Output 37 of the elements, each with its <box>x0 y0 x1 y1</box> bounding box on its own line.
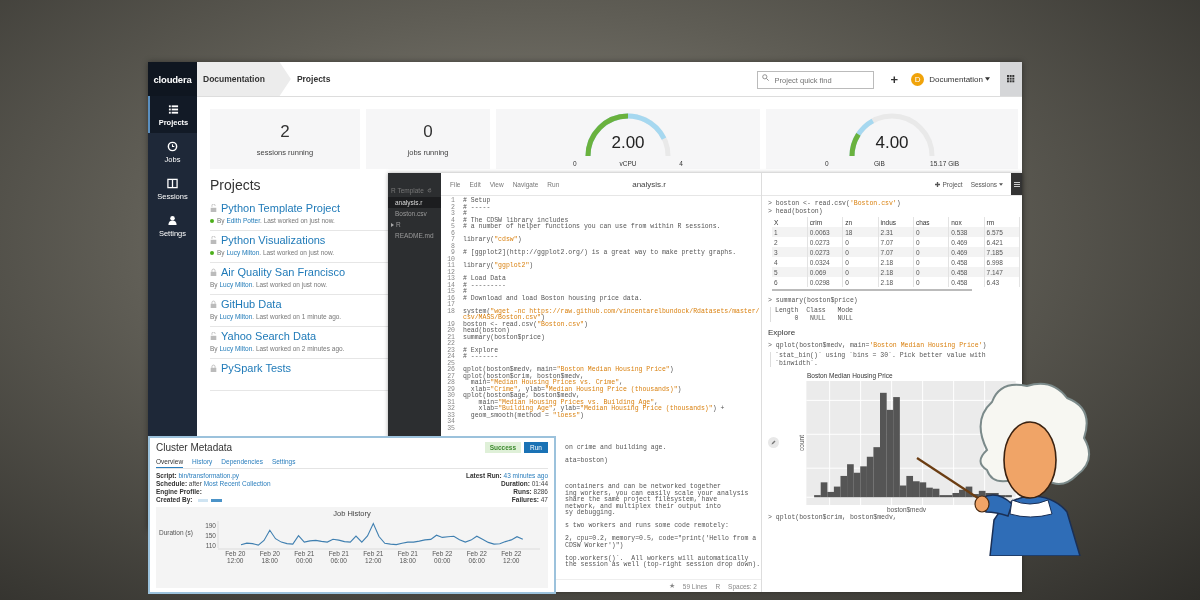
file-title: analysis.r <box>632 179 666 189</box>
menu-icon <box>1013 181 1020 187</box>
clock-icon <box>167 141 178 152</box>
stat-value: 2 <box>280 121 290 142</box>
apps-grid-button[interactable] <box>1000 62 1022 96</box>
project-link[interactable]: Yahoo Search Data <box>221 330 317 342</box>
section-heading: Explore <box>768 328 797 337</box>
person-icon <box>167 215 178 226</box>
refresh-icon <box>426 188 432 193</box>
plus-icon <box>935 181 941 187</box>
project-link[interactable]: Python Template Project <box>221 202 341 214</box>
grid-icon <box>1007 75 1015 83</box>
project-link[interactable]: Air Quality San Francisco <box>221 266 346 278</box>
edit-button[interactable] <box>768 437 779 448</box>
columns-icon <box>167 178 178 189</box>
cloudera-logo: cloudera <box>148 62 197 96</box>
gauge-value: 4.00 <box>874 133 910 153</box>
add-button[interactable]: + <box>887 71 902 87</box>
search-icon <box>761 73 769 81</box>
breadcrumb-current: Projects <box>296 74 331 84</box>
caret-icon <box>999 182 1003 186</box>
list-icon <box>168 104 179 115</box>
user-menu[interactable]: D Documentation <box>911 72 990 86</box>
user-avatar: D <box>911 72 925 86</box>
project-link[interactable]: PySpark Tests <box>221 362 292 374</box>
project-link[interactable]: GitHub Data <box>221 298 282 310</box>
section-title: Projects <box>210 177 261 193</box>
avatar-chip <box>211 498 223 502</box>
breadcrumb-link[interactable]: Documentation <box>197 62 291 96</box>
card-title: Cluster Metadata <box>156 442 233 453</box>
project-link[interactable]: Python Visualizations <box>221 234 326 246</box>
stat-value: 0 <box>423 121 433 142</box>
caret-icon <box>985 77 990 81</box>
caret-right-icon <box>391 222 394 227</box>
avatar-chip <box>198 498 209 502</box>
menu-button[interactable] <box>1011 173 1022 195</box>
pencil-icon <box>771 440 776 445</box>
